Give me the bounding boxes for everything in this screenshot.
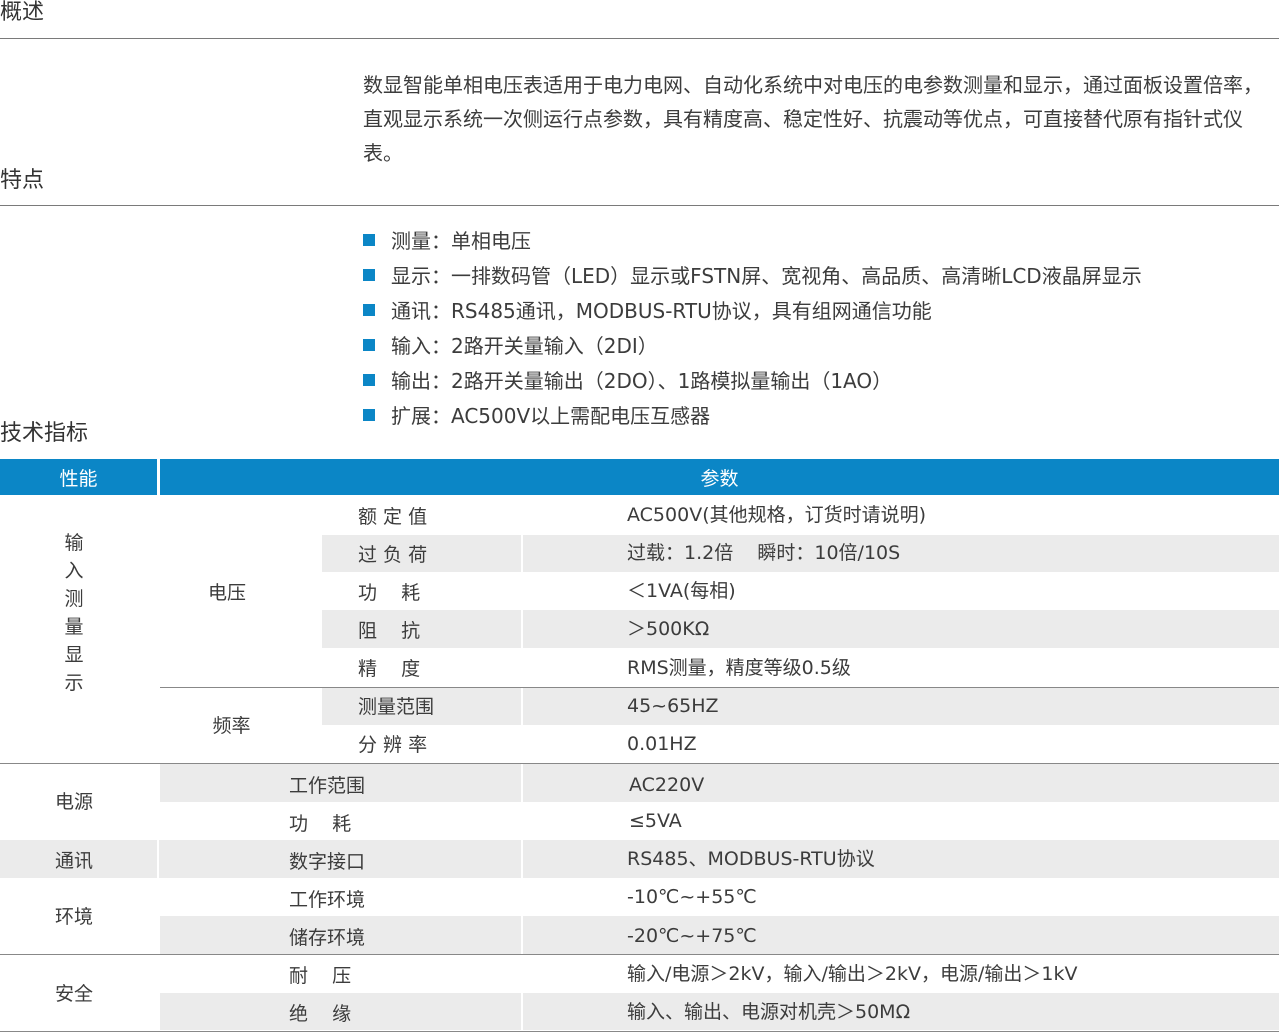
header-performance: 性能 — [0, 459, 157, 495]
safety-row-name: 耐 压 — [289, 965, 352, 987]
group-divider — [0, 763, 1279, 764]
feature-text: 测量：单相电压 — [391, 229, 531, 253]
voltage-row-name: 过 负 荷 — [358, 544, 428, 566]
power-row-value: AC220V — [629, 774, 705, 796]
frequency-row-name: 分 辨 率 — [358, 734, 428, 756]
frequency-label: 频率 — [212, 715, 251, 737]
feature-item: 输入：2路开关量输入（2DI） — [363, 327, 1142, 362]
feature-text: 输入：2路开关量输入（2DI） — [391, 334, 658, 358]
voltage-row-value: ＞500KΩ — [627, 618, 710, 640]
bullet-square-icon — [363, 303, 375, 316]
voltage-row-name: 阻 抗 — [358, 620, 421, 642]
column-separator — [320, 495, 322, 764]
power-label: 电源 — [54, 791, 93, 813]
specs-heading: 技术指标 — [0, 421, 89, 446]
voltage-row-name: 精 度 — [358, 658, 421, 680]
features-divider — [0, 205, 1279, 206]
env-row-name: 储存环境 — [289, 927, 366, 949]
power-row-value: ≤5VA — [629, 810, 682, 832]
group-divider — [0, 1031, 1279, 1032]
spec-table: 性能 参数 输 入 测 量 显 示 电压 频率 额 定 值 AC500V(其他规… — [0, 459, 1279, 1033]
column-separator — [157, 495, 159, 1033]
bullet-square-icon — [363, 408, 375, 421]
bullet-square-icon — [363, 373, 375, 386]
voltage-row-name: 额 定 值 — [358, 506, 428, 528]
feature-text: 输出：2路开关量输出（2DO）、1路模拟量输出（1AO） — [391, 369, 893, 393]
header-parameter: 参数 — [160, 459, 1279, 495]
feature-item: 测量：单相电压 — [363, 222, 1142, 257]
voltage-label: 电压 — [207, 582, 246, 604]
env-row-value: -20℃~+75℃ — [627, 925, 757, 947]
safety-label: 安全 — [54, 983, 93, 1005]
feature-item: 显示：一排数码管（LED）显示或FSTN屏、宽视角、高品质、高清晰LCD液晶屏显… — [363, 257, 1142, 292]
frequency-row-value: 45~65HZ — [627, 695, 719, 717]
voltage-row-value: ＜1VA(每相) — [627, 580, 736, 602]
voltage-row-name: 功 耗 — [358, 582, 421, 604]
comm-row-name: 数字接口 — [289, 851, 366, 873]
features-heading: 特点 — [0, 168, 45, 193]
intro-paragraph: 数显智能单相电压表适用于电力电网、自动化系统中对电压的电参数测量和显示，通过面板… — [363, 73, 1263, 165]
frequency-row-name: 测量范围 — [358, 696, 435, 718]
comm-label: 通讯 — [54, 850, 93, 872]
feature-text: 扩展：AC500V以上需配电压互感器 — [391, 404, 711, 428]
input-group-label: 输 入 测 量 显 示 — [64, 532, 84, 694]
power-row-name: 功 耗 — [289, 813, 352, 835]
feature-text: 通讯：RS485通讯，MODBUS-RTU协议，具有组网通信功能 — [391, 299, 932, 323]
feature-item: 扩展：AC500V以上需配电压互感器 — [363, 397, 1142, 432]
row-band — [322, 610, 1279, 648]
voltage-row-value: AC500V(其他规格，订货时请说明) — [627, 504, 927, 526]
bullet-square-icon — [363, 268, 375, 281]
safety-row-value: 输入、输出、电源对机壳＞50MΩ — [627, 1001, 911, 1023]
group-divider — [160, 687, 1279, 688]
row-band — [322, 688, 1279, 725]
feature-item: 通讯：RS485通讯，MODBUS-RTU协议，具有组网通信功能 — [363, 292, 1142, 327]
safety-row-value: 输入/电源＞2kV，输入/输出＞2kV，电源/输出＞1kV — [627, 963, 1078, 985]
env-label: 环境 — [54, 906, 93, 928]
column-separator — [521, 495, 523, 1033]
bullet-square-icon — [363, 233, 375, 246]
overview-divider — [0, 38, 1279, 39]
env-row-value: -10℃~+55℃ — [627, 886, 757, 908]
env-row-name: 工作环境 — [289, 889, 366, 911]
feature-list: 测量：单相电压 显示：一排数码管（LED）显示或FSTN屏、宽视角、高品质、高清… — [363, 222, 1142, 432]
feature-item: 输出：2路开关量输出（2DO）、1路模拟量输出（1AO） — [363, 362, 1142, 397]
voltage-row-value: RMS测量，精度等级0.5级 — [627, 657, 851, 679]
overview-heading: 概述 — [0, 0, 45, 25]
feature-text: 显示：一排数码管（LED）显示或FSTN屏、宽视角、高品质、高清晰LCD液晶屏显… — [391, 264, 1142, 288]
safety-row-name: 绝 缘 — [289, 1003, 352, 1025]
bullet-square-icon — [363, 338, 375, 351]
voltage-row-value: 过载：1.2倍 瞬时：10倍/10S — [627, 542, 901, 564]
power-row-name: 工作范围 — [289, 775, 366, 797]
comm-row-value: RS485、MODBUS-RTU协议 — [627, 848, 875, 870]
frequency-row-value: 0.01HZ — [627, 733, 697, 755]
